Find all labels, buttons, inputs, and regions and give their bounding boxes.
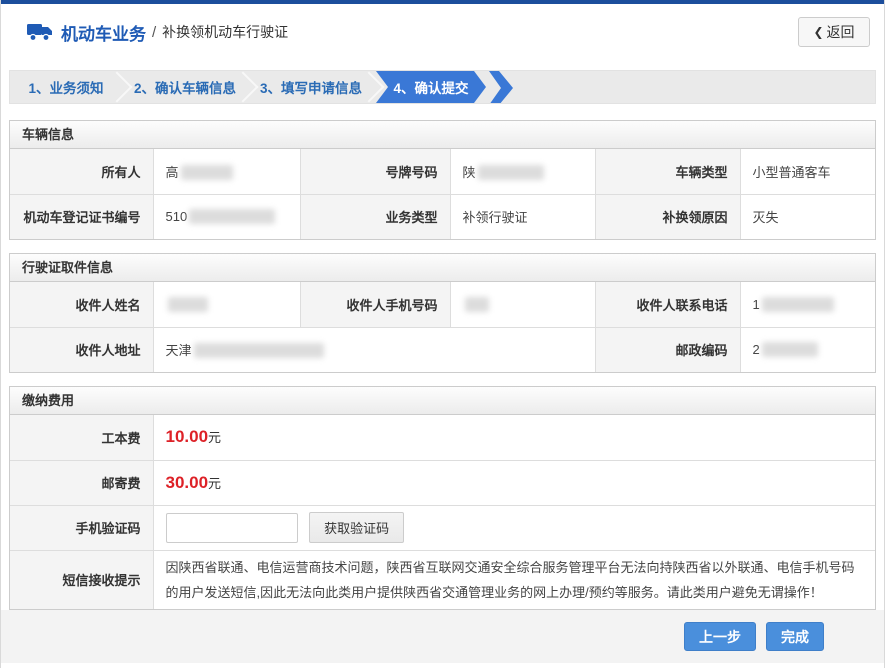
sms-code-cell: 获取验证码 — [153, 505, 875, 550]
replace-reason-label: 补换领原因 — [595, 194, 740, 239]
redacted-value — [168, 297, 208, 312]
postage-fee-label: 邮寄费 — [10, 460, 153, 505]
business-type-value: 补领行驶证 — [450, 194, 595, 239]
production-fee-label: 工本费 — [10, 415, 153, 460]
payment-table: 工本费 10.00元 邮寄费 30.00元 手机验证码 获取验证码 短信接收提 — [10, 415, 875, 609]
back-button-label: 返回 — [827, 22, 855, 42]
fee-amount: 10.00 — [166, 427, 209, 446]
table-row: 邮寄费 30.00元 — [10, 460, 875, 505]
value-text: 1 — [753, 297, 760, 312]
production-fee-value: 10.00元 — [153, 415, 875, 460]
page: 机动车业务 / 补换领机动车行驶证 ❮ 返回 1、业务须知 2、确认车辆信息 3… — [0, 0, 885, 668]
owner-value: 高 — [153, 149, 300, 194]
plate-number-label: 号牌号码 — [300, 149, 450, 194]
page-header: 机动车业务 / 补换领机动车行驶证 ❮ 返回 — [1, 4, 884, 60]
recipient-name-value — [153, 282, 300, 327]
redacted-value — [478, 165, 544, 180]
table-row: 短信接收提示 因陕西省联通、电信运营商技术问题，陕西省互联网交通安全综合服务管理… — [10, 550, 875, 609]
redacted-value — [194, 343, 324, 358]
breadcrumb-separator: / — [152, 24, 156, 41]
step-label: 3、填写申请信息 — [260, 77, 362, 97]
pickup-info-section: 行驶证取件信息 收件人姓名 收件人手机号码 收件人联系电话 1 收件人地址 天津… — [9, 253, 876, 373]
value-text: 510 — [166, 209, 188, 224]
value-text: 天津 — [166, 343, 192, 358]
pickup-info-table: 收件人姓名 收件人手机号码 收件人联系电话 1 收件人地址 天津 邮政编码 2 — [10, 282, 875, 372]
step-label: 1、业务须知 — [28, 77, 103, 97]
step-wizard: 1、业务须知 2、确认车辆信息 3、填写申请信息 4、确认提交 — [9, 70, 876, 104]
footer-action-bar: 上一步 完成 — [1, 610, 884, 663]
table-row: 机动车登记证书编号 510 业务类型 补领行驶证 补换领原因 灭失 — [10, 194, 875, 239]
recipient-address-value: 天津 — [153, 327, 595, 372]
fee-amount: 30.00 — [166, 473, 209, 492]
recipient-address-label: 收件人地址 — [10, 327, 153, 372]
payment-section-title: 缴纳费用 — [10, 387, 875, 415]
vehicle-info-section: 车辆信息 所有人 高 号牌号码 陕 车辆类型 小型普通客车 机动车登记证书编号 … — [9, 120, 876, 240]
vehicle-type-label: 车辆类型 — [595, 149, 740, 194]
previous-step-button[interactable]: 上一步 — [684, 622, 756, 651]
recipient-phone-value: 1 — [740, 282, 875, 327]
step-label: 2、确认车辆信息 — [134, 77, 236, 97]
postage-fee-value: 30.00元 — [153, 460, 875, 505]
get-code-button[interactable]: 获取验证码 — [309, 512, 404, 543]
vehicle-info-section-title: 车辆信息 — [10, 121, 875, 149]
redacted-value — [762, 342, 818, 357]
postal-code-value: 2 — [740, 327, 875, 372]
business-type-label: 业务类型 — [300, 194, 450, 239]
step-4-confirm-submit-active[interactable]: 4、确认提交 — [376, 71, 486, 103]
back-button[interactable]: ❮ 返回 — [798, 17, 870, 47]
registration-cert-label: 机动车登记证书编号 — [10, 194, 153, 239]
recipient-name-label: 收件人姓名 — [10, 282, 153, 327]
table-row: 所有人 高 号牌号码 陕 车辆类型 小型普通客车 — [10, 149, 875, 194]
postal-code-label: 邮政编码 — [595, 327, 740, 372]
vehicle-info-table: 所有人 高 号牌号码 陕 车辆类型 小型普通客车 机动车登记证书编号 510 业… — [10, 149, 875, 239]
redacted-value — [181, 165, 233, 180]
fee-unit: 元 — [208, 476, 221, 491]
redacted-value — [189, 209, 275, 224]
redacted-value — [465, 297, 489, 312]
sms-notice-label: 短信接收提示 — [10, 550, 153, 609]
table-row: 手机验证码 获取验证码 — [10, 505, 875, 550]
truck-icon — [27, 22, 53, 42]
vehicle-type-value: 小型普通客车 — [740, 149, 875, 194]
sms-notice-text: 因陕西省联通、电信运营商技术问题，陕西省互联网交通安全综合服务管理平台无法向持陕… — [153, 550, 875, 609]
table-row: 工本费 10.00元 — [10, 415, 875, 460]
step-3-fill-application[interactable]: 3、填写申请信息 — [248, 71, 374, 103]
step-2-confirm-vehicle[interactable]: 2、确认车辆信息 — [122, 71, 248, 103]
sms-code-input[interactable] — [166, 513, 298, 543]
fee-unit: 元 — [208, 430, 221, 445]
step-1-business-notes[interactable]: 1、业务须知 — [10, 71, 122, 103]
redacted-value — [762, 297, 834, 312]
registration-cert-value: 510 — [153, 194, 300, 239]
owner-label: 所有人 — [10, 149, 153, 194]
value-text: 高 — [166, 165, 179, 180]
page-title: 机动车业务 — [61, 20, 146, 45]
value-text: 2 — [753, 342, 760, 357]
recipient-mobile-value — [450, 282, 595, 327]
plate-number-value: 陕 — [450, 149, 595, 194]
finish-button[interactable]: 完成 — [766, 622, 824, 651]
pickup-info-section-title: 行驶证取件信息 — [10, 254, 875, 282]
recipient-mobile-label: 收件人手机号码 — [300, 282, 450, 327]
sms-code-label: 手机验证码 — [10, 505, 153, 550]
step-label: 4、确认提交 — [393, 77, 468, 97]
payment-section: 缴纳费用 工本费 10.00元 邮寄费 30.00元 手机验证码 获取验证码 — [9, 386, 876, 610]
replace-reason-value: 灭失 — [740, 194, 875, 239]
table-row: 收件人姓名 收件人手机号码 收件人联系电话 1 — [10, 282, 875, 327]
table-row: 收件人地址 天津 邮政编码 2 — [10, 327, 875, 372]
breadcrumb-current: 补换领机动车行驶证 — [162, 22, 288, 42]
active-step-arrowhead — [489, 71, 513, 104]
value-text: 陕 — [463, 165, 476, 180]
recipient-phone-label: 收件人联系电话 — [595, 282, 740, 327]
chevron-left-icon: ❮ — [813, 25, 823, 39]
